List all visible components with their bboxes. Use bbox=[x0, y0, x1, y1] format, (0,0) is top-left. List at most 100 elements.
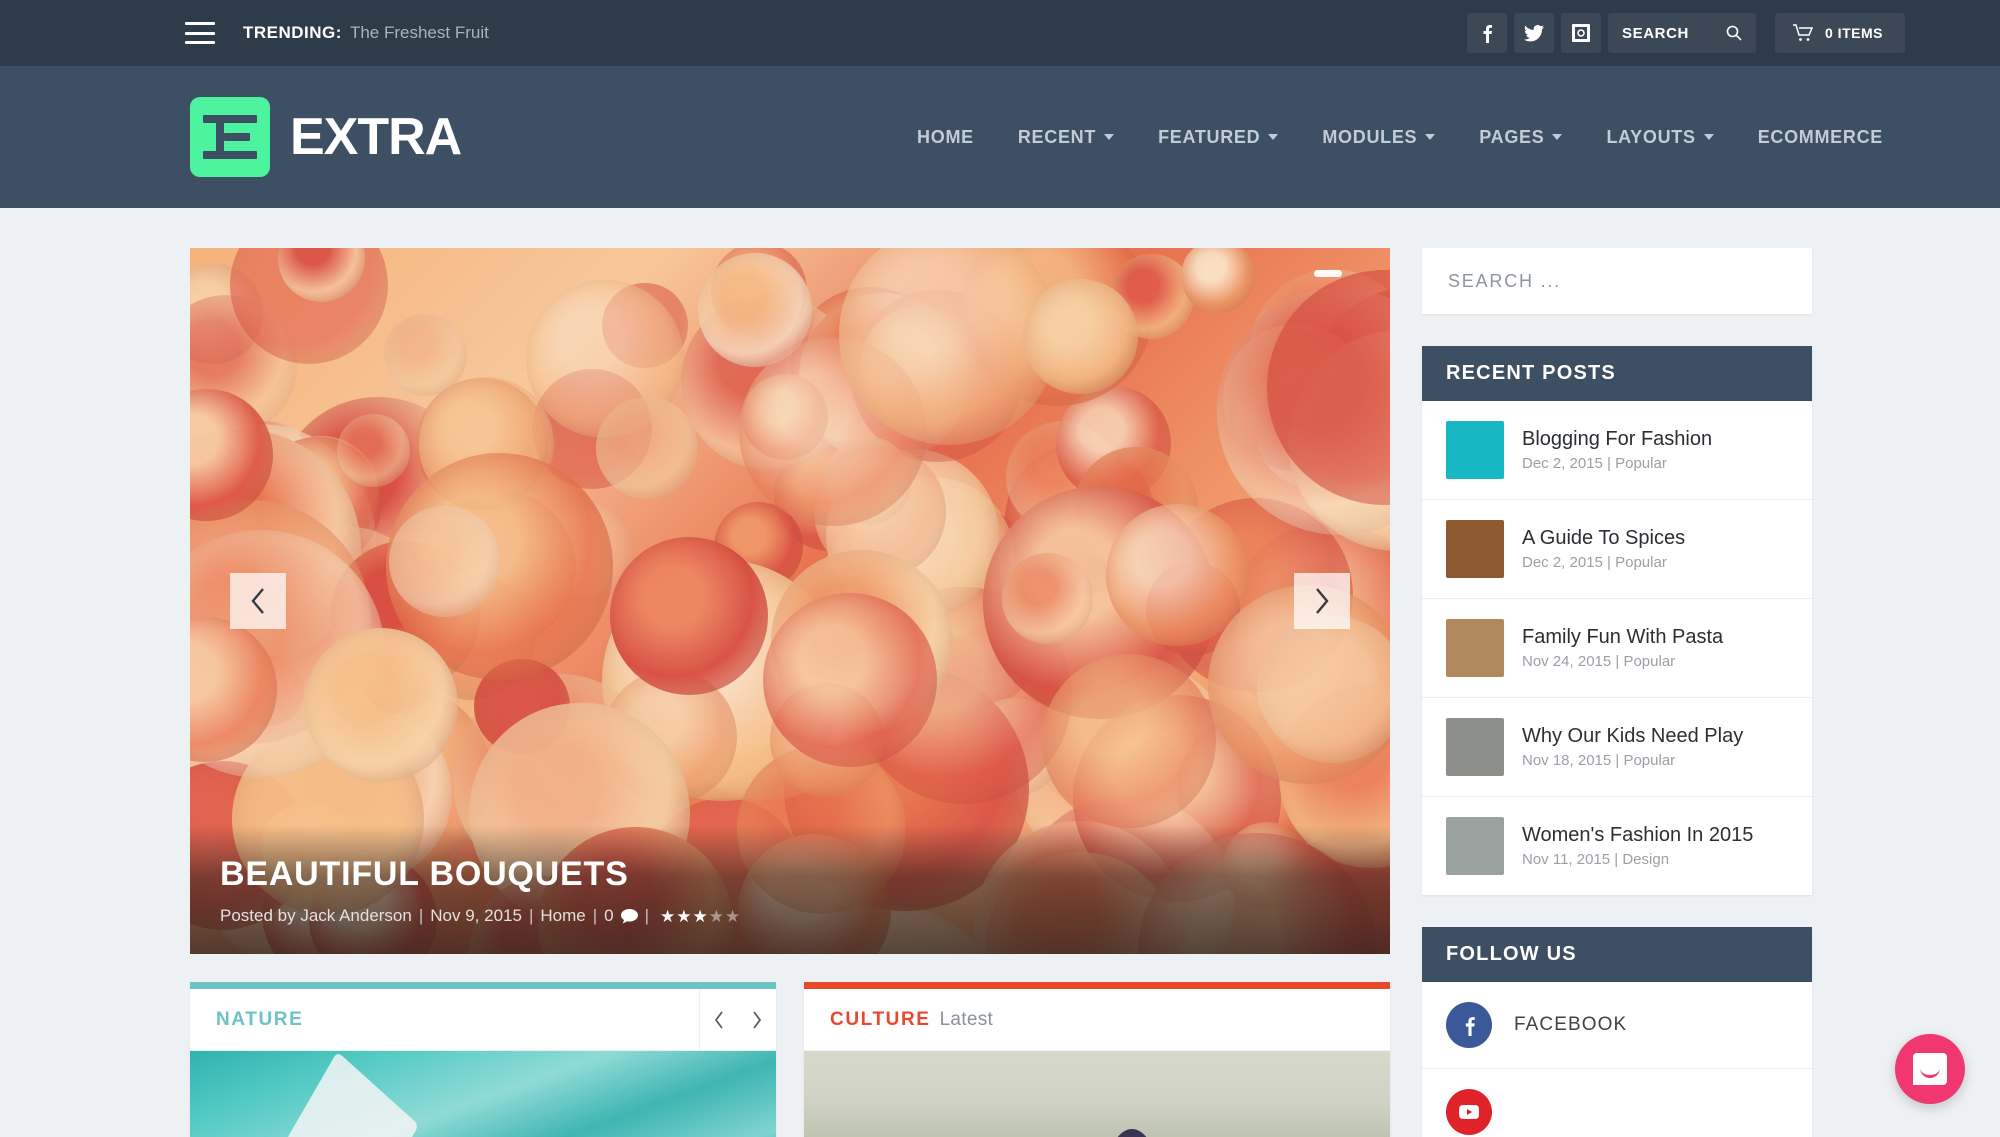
module-title[interactable]: NATURE bbox=[216, 1009, 303, 1031]
module-header: CULTURE Latest bbox=[804, 989, 1390, 1051]
slide-author[interactable]: Posted by Jack Anderson bbox=[220, 906, 412, 926]
meta-separator: | bbox=[592, 906, 598, 925]
sidebar-search-input[interactable]: SEARCH ... bbox=[1422, 248, 1812, 314]
trending-label: TRENDING: bbox=[243, 23, 342, 42]
main-navigation: HOME RECENT FEATURED MODULES PAGES LAYOU… bbox=[895, 127, 1905, 148]
nav-label: HOME bbox=[917, 126, 974, 147]
chat-bubble-icon bbox=[1913, 1053, 1947, 1085]
post-title[interactable]: Why Our Kids Need Play bbox=[1522, 725, 1743, 748]
nav-item-featured[interactable]: FEATURED bbox=[1136, 127, 1300, 148]
chevron-right-icon bbox=[753, 1010, 762, 1029]
page-body: BEAUTIFUL BOUQUETS Posted by Jack Anders… bbox=[0, 208, 2000, 1137]
module-next-button[interactable] bbox=[738, 989, 776, 1050]
star-icon: ★ bbox=[676, 906, 692, 926]
logo-text: EXTRA bbox=[290, 108, 462, 166]
nav-item-layouts[interactable]: LAYOUTS bbox=[1584, 127, 1735, 148]
post-thumbnail bbox=[1446, 421, 1504, 479]
nav-item-recent[interactable]: RECENT bbox=[996, 127, 1136, 148]
twitter-icon[interactable] bbox=[1514, 13, 1554, 53]
hamburger-icon[interactable] bbox=[185, 22, 215, 44]
rating-stars[interactable]: ★ ★ ★ ★ ★ bbox=[660, 908, 740, 925]
nav-label: ECOMMERCE bbox=[1757, 126, 1883, 147]
post-title[interactable]: Women's Fashion In 2015 bbox=[1522, 824, 1753, 847]
slide-comment-count: 0 bbox=[604, 906, 614, 925]
cart-icon bbox=[1793, 24, 1813, 41]
widget-title: FOLLOW US bbox=[1446, 943, 1577, 965]
widget-header: FOLLOW US bbox=[1422, 927, 1812, 982]
nav-label: PAGES bbox=[1479, 126, 1545, 147]
instagram-icon[interactable] bbox=[1561, 13, 1601, 53]
module-prev-button[interactable] bbox=[700, 989, 738, 1050]
search-toggle-button[interactable]: SEARCH bbox=[1608, 13, 1756, 53]
widget-header: RECENT POSTS bbox=[1422, 346, 1812, 401]
post-meta: Nov 24, 2015 | Popular bbox=[1522, 653, 1676, 670]
star-icon: ★ bbox=[692, 906, 708, 926]
module-nature: NATURE bbox=[190, 982, 776, 1137]
module-title[interactable]: CULTURE bbox=[830, 1009, 931, 1031]
slider-pagination-dot[interactable] bbox=[1314, 270, 1342, 277]
youtube-icon bbox=[1446, 1089, 1492, 1135]
nav-item-home[interactable]: HOME bbox=[895, 127, 996, 148]
chevron-down-icon bbox=[1552, 134, 1563, 140]
facebook-icon[interactable] bbox=[1467, 13, 1507, 53]
module-nav-arrows bbox=[699, 989, 776, 1050]
slider-next-button[interactable] bbox=[1294, 573, 1350, 629]
meta-separator: | bbox=[528, 906, 534, 925]
nav-label: FEATURED bbox=[1158, 126, 1261, 147]
nav-label: LAYOUTS bbox=[1606, 126, 1696, 147]
featured-slider[interactable]: BEAUTIFUL BOUQUETS Posted by Jack Anders… bbox=[190, 248, 1390, 954]
extra-logo-icon bbox=[190, 97, 270, 177]
site-header: EXTRA HOME RECENT FEATURED MODULES PAGES… bbox=[0, 66, 2000, 208]
chevron-left-icon bbox=[714, 1010, 723, 1029]
trending-ticker[interactable]: TRENDING: The Freshest Fruit bbox=[243, 23, 489, 43]
meta-separator: | bbox=[418, 906, 424, 925]
slider-caption: BEAUTIFUL BOUQUETS Posted by Jack Anders… bbox=[190, 825, 1390, 954]
topbar-right-group: SEARCH 0 ITEMS bbox=[1467, 13, 1905, 53]
nav-item-ecommerce[interactable]: ECOMMERCE bbox=[1736, 127, 1905, 148]
module-featured-image[interactable] bbox=[190, 1051, 776, 1137]
module-subtitle: Latest bbox=[939, 1008, 994, 1030]
comment-icon bbox=[620, 908, 638, 923]
follow-item-youtube[interactable] bbox=[1422, 1069, 1812, 1137]
chat-launcher-button[interactable] bbox=[1895, 1034, 1965, 1104]
post-title[interactable]: A Guide To Spices bbox=[1522, 527, 1685, 550]
post-meta: Dec 2, 2015 | Popular bbox=[1522, 554, 1667, 571]
star-icon: ★ bbox=[660, 906, 676, 926]
cart-count-label: 0 ITEMS bbox=[1825, 25, 1883, 41]
slide-title[interactable]: BEAUTIFUL BOUQUETS bbox=[220, 855, 1360, 894]
recent-posts-list: Blogging For Fashion Dec 2, 2015 | Popula… bbox=[1422, 401, 1812, 895]
post-title[interactable]: Blogging For Fashion bbox=[1522, 428, 1712, 451]
recent-post-item[interactable]: Family Fun With Pasta Nov 24, 2015 | Popu… bbox=[1422, 599, 1812, 698]
recent-post-item[interactable]: Blogging For Fashion Dec 2, 2015 | Popula… bbox=[1422, 401, 1812, 500]
sidebar-column: SEARCH ... RECENT POSTS Blogging For Fas… bbox=[1422, 248, 1812, 1137]
content-column: BEAUTIFUL BOUQUETS Posted by Jack Anders… bbox=[190, 248, 1390, 1137]
nav-item-pages[interactable]: PAGES bbox=[1457, 127, 1584, 148]
slider-prev-button[interactable] bbox=[230, 573, 286, 629]
slide-category[interactable]: Home bbox=[540, 906, 585, 926]
post-thumbnail bbox=[1446, 817, 1504, 875]
post-title[interactable]: Family Fun With Pasta bbox=[1522, 626, 1723, 649]
follow-label: FACEBOOK bbox=[1514, 1014, 1628, 1035]
recent-post-item[interactable]: A Guide To Spices Dec 2, 2015 | Popular bbox=[1422, 500, 1812, 599]
module-header: NATURE bbox=[190, 989, 776, 1051]
trending-text[interactable]: The Freshest Fruit bbox=[350, 23, 489, 43]
post-meta: Nov 18, 2015 | Popular bbox=[1522, 752, 1676, 769]
recent-post-item[interactable]: Women's Fashion In 2015 Nov 11, 2015 | De… bbox=[1422, 797, 1812, 895]
post-thumbnail bbox=[1446, 520, 1504, 578]
search-placeholder: SEARCH ... bbox=[1448, 270, 1562, 291]
slide-meta: Posted by Jack Anderson | Nov 9, 2015 | … bbox=[220, 906, 1360, 926]
post-thumbnail bbox=[1446, 619, 1504, 677]
nav-label: RECENT bbox=[1017, 126, 1097, 147]
chevron-left-icon bbox=[251, 588, 264, 614]
module-featured-image[interactable] bbox=[804, 1051, 1390, 1137]
cart-button[interactable]: 0 ITEMS bbox=[1775, 13, 1905, 53]
nav-item-modules[interactable]: MODULES bbox=[1300, 127, 1457, 148]
module-accent-bar bbox=[804, 982, 1390, 989]
meta-separator: | bbox=[644, 906, 650, 925]
recent-post-item[interactable]: Why Our Kids Need Play Nov 18, 2015 | Pop… bbox=[1422, 698, 1812, 797]
follow-us-widget: FOLLOW US FACEBOOK bbox=[1422, 927, 1812, 1137]
follow-item-facebook[interactable]: FACEBOOK bbox=[1422, 982, 1812, 1069]
slide-date: Nov 9, 2015 bbox=[430, 906, 522, 925]
recent-posts-widget: RECENT POSTS Blogging For Fashion Dec 2, … bbox=[1422, 346, 1812, 895]
site-logo[interactable]: EXTRA bbox=[190, 97, 462, 177]
